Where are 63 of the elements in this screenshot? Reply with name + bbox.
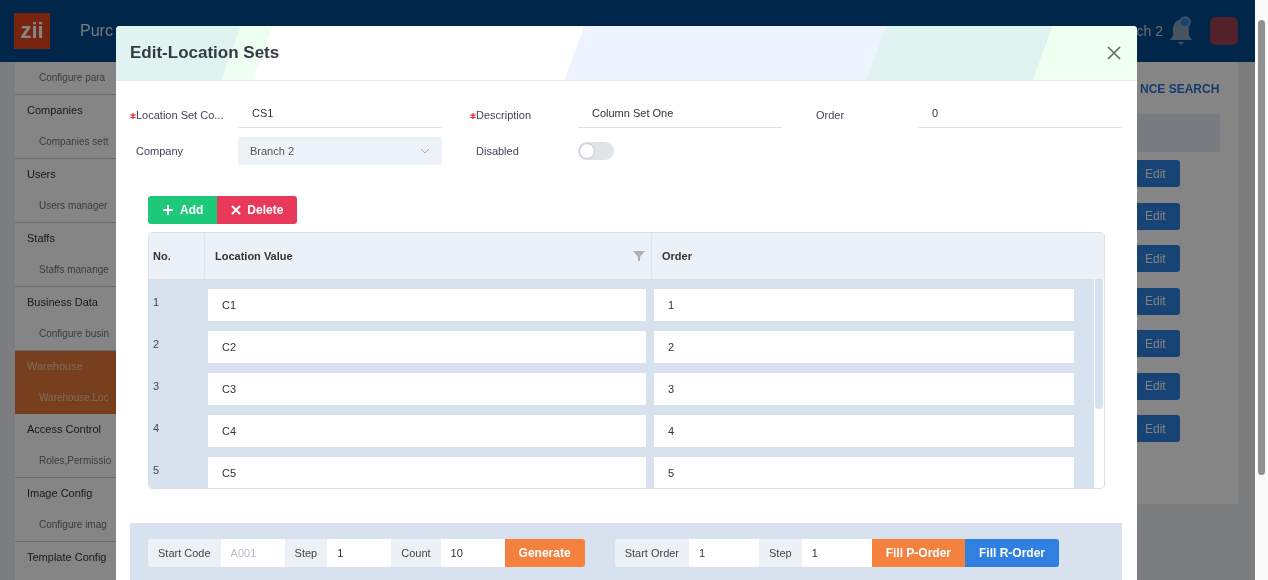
- input-label: Start Order: [614, 539, 690, 567]
- scrollbar[interactable]: [1094, 279, 1104, 488]
- required-icon: [470, 113, 476, 119]
- row-number: 3: [152, 379, 161, 392]
- count-field[interactable]: 10: [440, 539, 505, 567]
- location-value-field[interactable]: C3: [208, 373, 646, 405]
- location-value-field[interactable]: C4: [208, 415, 646, 447]
- field-label: Company: [136, 145, 184, 157]
- row-number: 5: [152, 463, 161, 476]
- generate-button[interactable]: Generate: [504, 539, 585, 567]
- field-label: Order: [816, 109, 845, 121]
- sidebar-item[interactable]: Companies: [15, 94, 116, 126]
- text-field[interactable]: 0: [918, 102, 1122, 128]
- delete-button[interactable]: Delete: [217, 196, 298, 224]
- company-select[interactable]: Branch 2: [238, 137, 442, 165]
- order-field[interactable]: 1: [654, 289, 1074, 321]
- sidebar-item[interactable]: Access Control: [15, 413, 116, 445]
- close-icon: [231, 205, 242, 215]
- sidebar-item[interactable]: Staffs: [15, 222, 116, 254]
- field-label: Disabled: [476, 145, 519, 157]
- plus-icon: [162, 204, 174, 216]
- column-header: Location Value: [215, 250, 293, 262]
- text-field[interactable]: CS1: [238, 102, 442, 128]
- sidebar-item[interactable]: Users: [15, 158, 116, 190]
- sidebar-item[interactable]: Business Data: [15, 286, 116, 318]
- sidebar-item[interactable]: Image Config: [15, 477, 116, 509]
- chevron-down-icon: [420, 148, 430, 154]
- logo: zii: [14, 13, 50, 49]
- column-header: No.: [152, 250, 172, 262]
- fill-r-order-button[interactable]: Fill R-Order: [965, 539, 1060, 567]
- filter-icon[interactable]: [633, 251, 645, 261]
- sidebar-subtitle: Warehouse,Loc: [15, 382, 116, 414]
- avatar[interactable]: [1210, 17, 1238, 45]
- location-value-field[interactable]: C2: [208, 331, 646, 363]
- input-label: Start Code: [148, 539, 221, 567]
- location-value-field[interactable]: C5: [208, 457, 646, 488]
- input-label: Step: [284, 539, 328, 567]
- step-field[interactable]: 1: [327, 539, 392, 567]
- close-icon[interactable]: [1107, 46, 1121, 60]
- page-title: Purc: [80, 22, 113, 40]
- sidebar-item[interactable]: Template Config: [15, 541, 116, 573]
- input-label: Count: [391, 539, 441, 567]
- field-label: Location Set Co...: [136, 109, 224, 121]
- order-field[interactable]: 5: [654, 457, 1074, 488]
- dialog-title: Edit-Location Sets: [130, 43, 280, 63]
- field-label: Description: [476, 109, 532, 121]
- bell-icon[interactable]: [1167, 16, 1195, 46]
- start-code-field[interactable]: A001: [220, 539, 285, 567]
- location-value-field[interactable]: C1: [208, 289, 646, 321]
- row-number: 4: [152, 421, 161, 434]
- step-field[interactable]: 1: [801, 539, 872, 567]
- order-field[interactable]: 4: [654, 415, 1074, 447]
- input-label: Step: [759, 539, 802, 567]
- row-number: 1: [152, 295, 161, 308]
- scrollbar[interactable]: [1255, 0, 1268, 580]
- order-field[interactable]: 2: [654, 331, 1074, 363]
- order-field[interactable]: 3: [654, 373, 1074, 405]
- required-icon: [130, 113, 136, 119]
- branch-name: ch 2: [1136, 23, 1163, 39]
- start-order-field[interactable]: 1: [689, 539, 760, 567]
- fill-p-order-button[interactable]: Fill P-Order: [871, 539, 965, 567]
- row-number: 2: [152, 337, 161, 350]
- text-field[interactable]: Column Set One: [578, 102, 782, 128]
